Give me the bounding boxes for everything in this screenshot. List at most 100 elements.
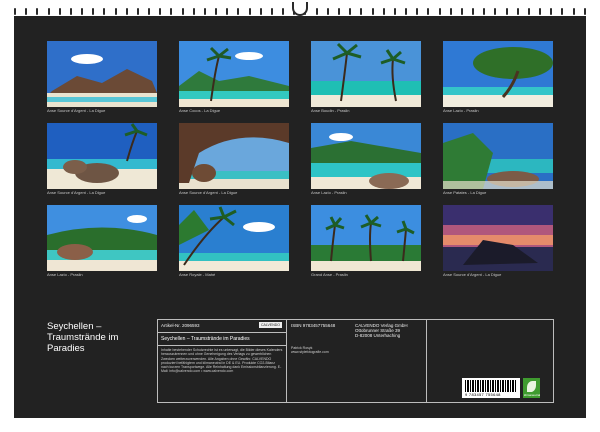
binding-ring (315, 7, 318, 15)
binding-ring (47, 7, 50, 15)
binding-ring (114, 7, 117, 15)
binding-ring (69, 7, 72, 15)
binding-ring (583, 7, 586, 15)
binding-ring (527, 7, 530, 15)
binding-ring (382, 7, 385, 15)
binding-ring (393, 7, 396, 15)
beach-photo (443, 205, 553, 271)
photo-tile: Anse Lazio - Praslin (47, 205, 157, 278)
binding-ring (505, 7, 508, 15)
binding-ring (125, 7, 128, 15)
photo-tile: Anse Source d'Argent - La Digue (179, 123, 289, 196)
publisher-address: CALVENDO Verlag GmbH Ottobrunner Straße … (355, 323, 408, 339)
binding-ring (92, 7, 95, 15)
barcode-box: 9 783457 755648 klimaneutral (427, 319, 554, 403)
photo-tile: Grand Anse - Praslin (311, 205, 421, 278)
calvendo-logo: CALVENDO (259, 322, 282, 328)
binding-ring (58, 7, 61, 15)
binding-ring (449, 7, 452, 15)
binding-ring (270, 7, 273, 15)
photo-tile: Anse Cocos - La Digue (179, 41, 289, 114)
binding-ring (159, 7, 162, 15)
back-cover-footer: Seychellen – Traumstrände im Paradies Ar… (47, 319, 554, 403)
info-subtitle: Seychellen – Traumstrände im Paradies (161, 336, 250, 342)
binding-ring (572, 7, 575, 15)
binding-ring (416, 7, 419, 15)
binding-ring (181, 7, 184, 15)
binding-ring (259, 7, 262, 15)
binding-ring (349, 7, 352, 15)
beach-photo (179, 41, 289, 107)
eco-label: klimaneutral (524, 393, 541, 397)
info-box: Artikel-Nr. 2096593 CALVENDO Seychellen … (157, 319, 287, 403)
binding-ring (226, 7, 229, 15)
photo-tile: Anse Source d'Argent - La Digue (47, 41, 157, 114)
photo-caption: Anse Lazio - Praslin (311, 190, 347, 195)
barcode: 9 783457 755648 (462, 378, 520, 398)
binding-ring (483, 7, 486, 15)
photo-tile: Anse Source d'Argent - La Digue (47, 123, 157, 196)
binding-ring (192, 7, 195, 15)
beach-photo (443, 123, 553, 189)
binding-ring (561, 7, 564, 15)
binding-ring (237, 7, 240, 15)
photo-tile: Anse Boudin - Praslin (311, 41, 421, 114)
leaf-icon (527, 381, 536, 392)
photo-grid: Anse Source d'Argent - La Digue Anse Coco… (47, 41, 554, 278)
beach-photo (311, 123, 421, 189)
calendar-title: Seychellen – Traumstrände im Paradies (47, 321, 119, 354)
photo-caption: Anse Patates - La Digue (443, 190, 487, 195)
binding-ring (25, 7, 28, 15)
binding-ring (282, 7, 285, 15)
binding-ring (215, 7, 218, 15)
binding-ring (136, 7, 139, 15)
binding-ring (494, 7, 497, 15)
binding-ring (170, 7, 173, 15)
photo-caption: Anse Source d'Argent - La Digue (443, 272, 502, 277)
binding-ring (516, 7, 519, 15)
legal-text: Inhalte bestehender Schutzrechte ist es … (161, 348, 283, 374)
binding-ring (81, 7, 84, 15)
photo-tile: Anse Patates - La Digue (443, 123, 553, 196)
isbn-box: ISBN 9783457755648 Patrick Rosyk www.sty… (287, 319, 427, 403)
binding-ring (371, 7, 374, 15)
binding-ring (337, 7, 340, 15)
photo-caption: Grand Anse - Praslin (311, 272, 348, 277)
binding-ring (203, 7, 206, 15)
eco-leaf-icon: klimaneutral (523, 378, 540, 398)
photo-tile: Anse Source d'Argent - La Digue (443, 205, 553, 278)
photo-caption: Anse Source d'Argent - La Digue (47, 108, 106, 113)
binding-ring (427, 7, 430, 15)
beach-photo (443, 41, 553, 107)
photo-caption: Anse Source d'Argent - La Digue (179, 190, 238, 195)
beach-photo (179, 205, 289, 271)
binding-ring (460, 7, 463, 15)
beach-photo (311, 205, 421, 271)
binding-ring (539, 7, 542, 15)
photo-caption: Anse Boudin - Praslin (311, 108, 350, 113)
photo-caption: Anse Lazio - Praslin (443, 108, 479, 113)
binding-ring (550, 7, 553, 15)
binding-ring (405, 7, 408, 15)
binding-ring (14, 7, 16, 15)
photo-tile: Anse Lazio - Praslin (443, 41, 553, 114)
photo-tile: Anse Royale - Mahé (179, 205, 289, 278)
binding-ring (326, 7, 329, 15)
photo-caption: Anse Source d'Argent - La Digue (47, 190, 106, 195)
photographer-credit: Patrick Rosyk www.stylefotografie.com (291, 346, 329, 355)
divider (158, 332, 286, 333)
binding-ring (472, 7, 475, 15)
beach-photo (47, 41, 157, 107)
binding-ring (36, 7, 39, 15)
photo-caption: Anse Cocos - La Digue (179, 108, 221, 113)
photo-tile: Anse Lazio - Praslin (311, 123, 421, 196)
beach-photo (47, 205, 157, 271)
article-number: Artikel-Nr. 2096593 (161, 323, 200, 328)
beach-photo (47, 123, 157, 189)
divider (158, 345, 286, 346)
calendar-board: Anse Source d'Argent - La Digue Anse Coco… (14, 16, 586, 418)
binding-ring (148, 7, 151, 15)
photo-caption: Anse Royale - Mahé (179, 272, 216, 277)
beach-photo (311, 41, 421, 107)
barcode-number: 9 783457 755648 (465, 392, 501, 397)
